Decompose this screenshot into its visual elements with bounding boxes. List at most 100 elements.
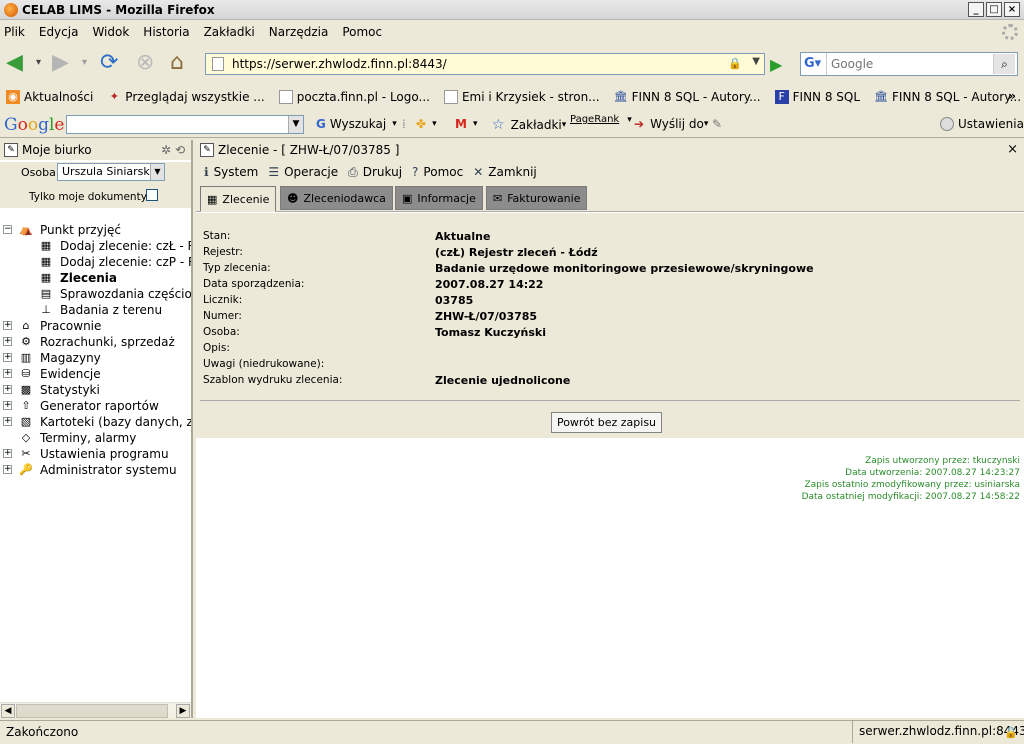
tree-item[interactable]: + ⌂ Pracownie bbox=[3, 318, 101, 334]
expand-icon[interactable]: + bbox=[3, 337, 12, 346]
tree-item[interactable]: + ▥ Magazyny bbox=[3, 350, 101, 366]
lock-icon[interactable]: 🔒 bbox=[728, 57, 742, 70]
tree-item[interactable]: ◇ Terminy, alarmy bbox=[18, 430, 137, 446]
tree-item[interactable]: + ⇧ Generator raportów bbox=[3, 398, 159, 414]
close-icon[interactable]: × bbox=[1007, 142, 1018, 157]
menu-historia[interactable]: Historia bbox=[143, 25, 189, 39]
chevron-down-icon[interactable]: ▼ bbox=[150, 164, 164, 180]
scroll-left-icon[interactable]: ◀ bbox=[1, 704, 15, 718]
drukuj-button[interactable]: ⎙ Drukuj bbox=[348, 165, 402, 180]
expand-icon[interactable]: + bbox=[3, 385, 12, 394]
gmail-button[interactable]: M ▾ bbox=[455, 117, 477, 131]
collapse-icon[interactable]: − bbox=[3, 225, 12, 234]
building-icon: 🏛 bbox=[874, 90, 889, 103]
url-dropdown-icon[interactable]: ▼ bbox=[752, 56, 760, 67]
menu-narzedzia[interactable]: Narzędzia bbox=[269, 25, 329, 39]
menu-pomoc[interactable]: Pomoc bbox=[342, 25, 382, 39]
sidebar-horizontal-scrollbar[interactable]: ◀ ▶ bbox=[0, 702, 191, 718]
expand-icon[interactable]: + bbox=[3, 401, 12, 410]
expand-icon[interactable]: + bbox=[3, 465, 12, 474]
menu-edycja[interactable]: Edycja bbox=[39, 25, 79, 39]
money-icon: ⚙ bbox=[21, 335, 31, 348]
search-icon[interactable]: ⌕ bbox=[993, 54, 1015, 74]
url-bar[interactable]: https://serwer.zhwlodz.finn.pl:8443/ 🔒 ▼ bbox=[205, 53, 765, 75]
chevron-down-icon[interactable]: ▾ bbox=[627, 115, 632, 125]
tree-item[interactable]: ▦ Dodaj zlecenie: czP - Re bbox=[38, 254, 191, 270]
minimize-button[interactable]: _ bbox=[968, 2, 984, 17]
search-input[interactable] bbox=[831, 57, 991, 71]
bookmark-item[interactable]: ◉ Aktualności bbox=[6, 90, 93, 104]
operacje-button[interactable]: ☰ Operacje bbox=[268, 165, 338, 179]
expand-icon[interactable]: + bbox=[3, 417, 12, 426]
search-box[interactable]: G▾ ⌕ bbox=[800, 52, 1018, 76]
bookmarks-overflow-icon[interactable]: » bbox=[1008, 89, 1016, 103]
scroll-right-icon[interactable]: ▶ bbox=[176, 704, 190, 718]
search-engine-icon[interactable]: G▾ bbox=[801, 53, 827, 75]
tree-item[interactable]: ▤ Sprawozdania częściow bbox=[38, 286, 191, 302]
maximize-button[interactable]: □ bbox=[986, 2, 1002, 17]
bookmark-item[interactable]: 🏛 FINN 8 SQL - Autory... bbox=[874, 90, 1021, 104]
go-icon[interactable]: ▶ bbox=[770, 55, 782, 74]
osoba-select[interactable]: Urszula Siniarska ▼ bbox=[57, 163, 165, 181]
bookmark-item[interactable]: F FINN 8 SQL bbox=[774, 90, 860, 104]
system-button[interactable]: ℹ System bbox=[204, 165, 258, 179]
order-icon: ▦ bbox=[40, 255, 52, 268]
throbber-icon bbox=[1002, 24, 1018, 40]
tree-item[interactable]: + ▧ Kartoteki (bazy danych, zbio bbox=[3, 414, 191, 430]
bookmark-item[interactable]: Emi i Krzysiek - stron... bbox=[443, 90, 600, 104]
tree-item[interactable]: ⊥ Badania z terenu bbox=[38, 302, 162, 318]
tree-item[interactable]: ▦ Zlecenia bbox=[38, 270, 117, 286]
google-search-input[interactable]: ▼ bbox=[66, 115, 304, 134]
bookmark-item[interactable]: 🏛 FINN 8 SQL - Autory... bbox=[614, 90, 761, 104]
tab-fakturowanie[interactable]: ✉ Fakturowanie bbox=[486, 186, 588, 210]
menu-zakladki[interactable]: Zakładki bbox=[204, 25, 255, 39]
tree-item[interactable]: + ⚙ Rozrachunki, sprzedaż bbox=[3, 334, 175, 350]
tree-item[interactable]: + ✂ Ustawienia programu bbox=[3, 446, 169, 462]
google-search-button[interactable]: G Wyszukaj ▾ bbox=[316, 117, 397, 131]
reload-icon[interactable]: ⟳ bbox=[100, 50, 118, 76]
tree-item[interactable]: + ⛁ Ewidencje bbox=[3, 366, 101, 382]
pomoc-button[interactable]: ? Pomoc bbox=[412, 165, 463, 179]
chevron-down-icon: ▾ bbox=[561, 120, 567, 130]
tree-item-label: Terminy, alarmy bbox=[40, 431, 137, 445]
google-bookmarks-button[interactable]: ☆ Zakładki ▾ bbox=[492, 117, 566, 133]
bookmark-item[interactable]: ✦ Przeglądaj wszystkie ... bbox=[107, 90, 265, 104]
tab-informacje[interactable]: ▣ Informacje bbox=[395, 186, 483, 210]
tree-item[interactable]: + 🔑 Administrator systemu bbox=[3, 462, 177, 478]
chevron-down-icon[interactable]: ▼ bbox=[288, 116, 303, 133]
collapse-icon[interactable]: ✲ bbox=[161, 143, 171, 157]
pencil-icon[interactable]: ✎ bbox=[712, 117, 722, 131]
status-host: serwer.zhwlodz.finn.pl:8443 🔒 bbox=[852, 721, 1024, 743]
tree-item[interactable]: − ⛺ Punkt przyjęć bbox=[3, 222, 121, 238]
home-icon[interactable]: ⌂ bbox=[170, 50, 184, 76]
refresh-icon[interactable]: ⟲ bbox=[175, 143, 185, 157]
only-mine-checkbox[interactable] bbox=[146, 189, 158, 201]
menu-plik[interactable]: Plik bbox=[4, 25, 25, 39]
tree-item[interactable]: + ▩ Statystyki bbox=[3, 382, 100, 398]
expand-icon[interactable]: + bbox=[3, 321, 12, 330]
audit-modified-date: Data ostatniej modyfikacji: 2007.08.27 1… bbox=[801, 492, 1020, 502]
stop-icon[interactable]: ⊗ bbox=[136, 50, 154, 76]
close-window-button[interactable]: × bbox=[1004, 2, 1020, 17]
tree-item-label: Ewidencje bbox=[40, 367, 101, 381]
tab-zlecenie[interactable]: ▦ Zlecenie bbox=[200, 186, 277, 212]
tree-item-label: Punkt przyjęć bbox=[40, 223, 121, 237]
lock-icon[interactable]: 🔒 bbox=[1004, 723, 1018, 743]
tree-item[interactable]: ▦ Dodaj zlecenie: czŁ - Re bbox=[38, 238, 191, 254]
back-dropdown-icon[interactable]: ▾ bbox=[36, 50, 41, 76]
back-without-save-button[interactable]: Powrót bez zapisu bbox=[551, 412, 662, 433]
tab-zleceniodawca[interactable]: ☻ Zleceniodawca bbox=[280, 186, 393, 210]
bookmark-item[interactable]: poczta.finn.pl - Logo... bbox=[278, 90, 430, 104]
expand-icon[interactable]: + bbox=[3, 353, 12, 362]
send-to-button[interactable]: ➔ Wyślij do ▾ bbox=[634, 117, 708, 131]
expand-icon[interactable]: + bbox=[3, 449, 12, 458]
zamknij-button[interactable]: ✕ Zamknij bbox=[473, 165, 537, 179]
puzzle-button[interactable]: ✤ ▾ bbox=[416, 117, 437, 131]
forward-dropdown-icon[interactable]: ▾ bbox=[82, 50, 87, 76]
settings-button[interactable]: Ustawienia▾ bbox=[940, 117, 1024, 131]
scrollbar-thumb[interactable] bbox=[16, 704, 168, 718]
back-icon[interactable]: ◀ bbox=[6, 50, 23, 76]
forward-icon[interactable]: ▶ bbox=[52, 50, 69, 76]
menu-widok[interactable]: Widok bbox=[92, 25, 129, 39]
expand-icon[interactable]: + bbox=[3, 369, 12, 378]
